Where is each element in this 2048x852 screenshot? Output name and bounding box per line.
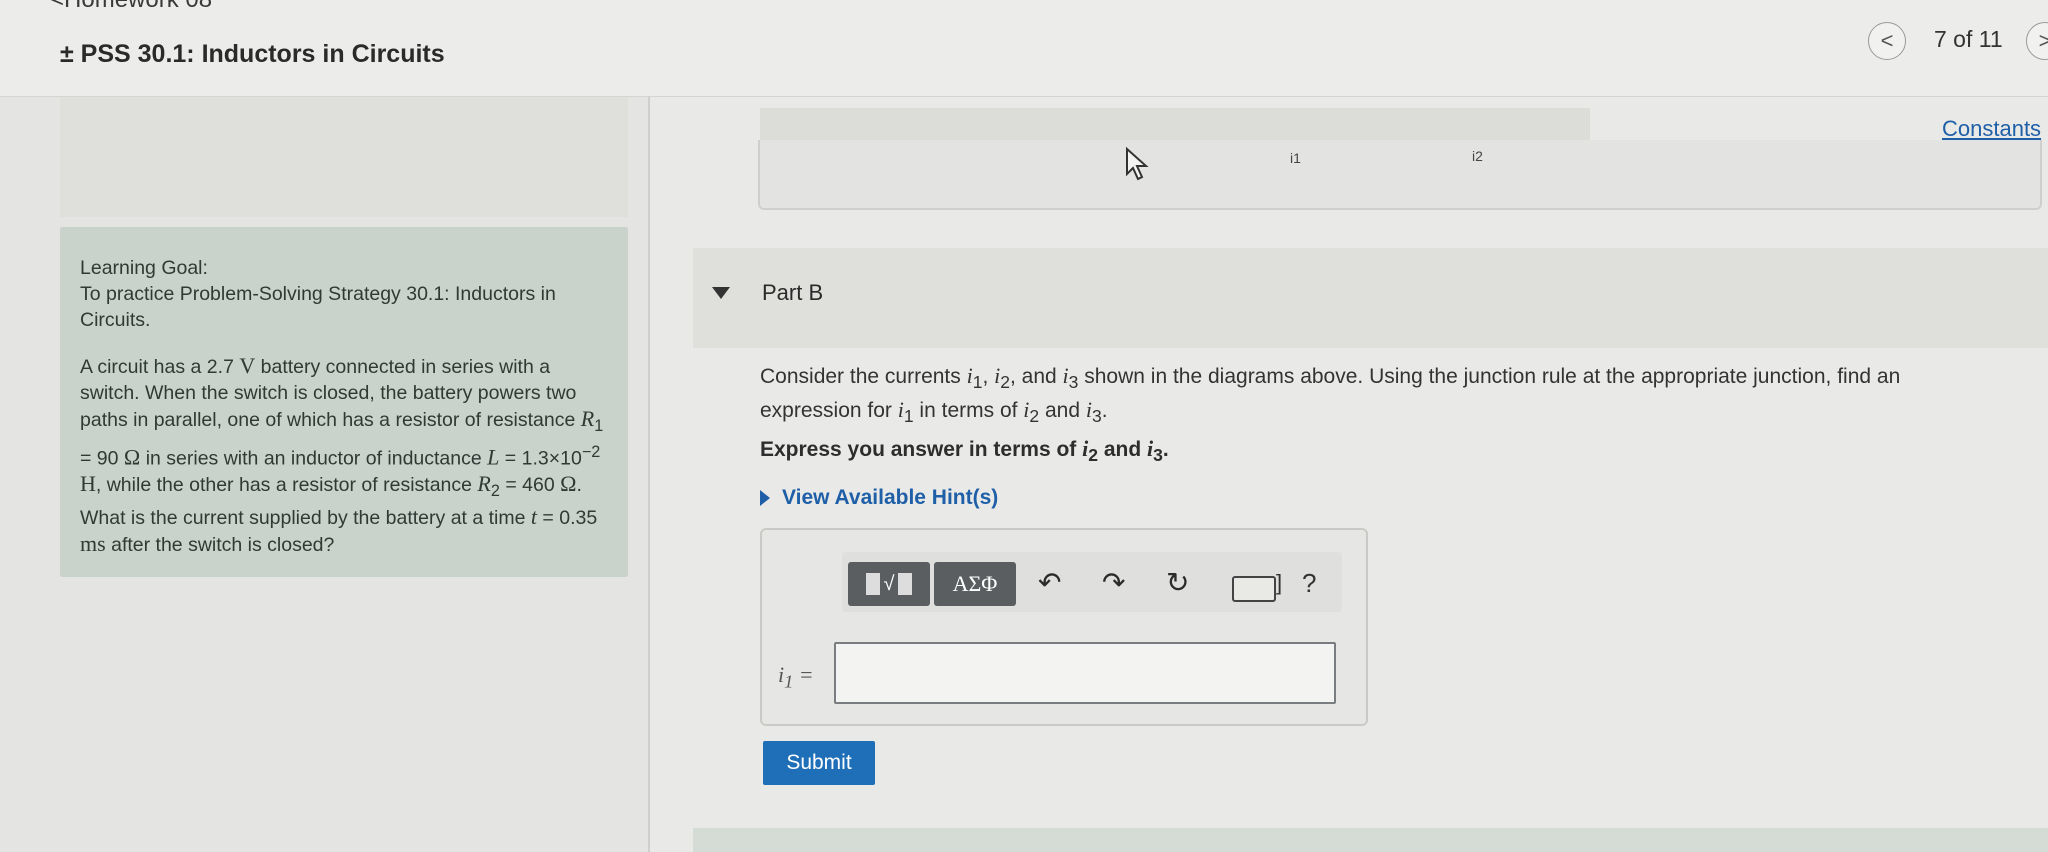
- answer-panel: √ ΑΣΦ ↶ ↷ ↻ ] ? i1 =: [760, 528, 1368, 726]
- templates-button[interactable]: √: [848, 562, 930, 606]
- keyboard-icon[interactable]: [1232, 576, 1276, 602]
- unit-volts: V: [239, 353, 256, 378]
- question-text-part: ,: [982, 365, 995, 388]
- answer-input[interactable]: [834, 642, 1336, 704]
- instruction-text: Express you answer in terms of: [760, 438, 1083, 461]
- var-i2-subscript: 2: [1029, 406, 1040, 427]
- problem-text: = 1.3×10: [499, 447, 582, 470]
- answer-instruction: Express you answer in terms of i2 and i3…: [760, 436, 1169, 466]
- var-i3-subscript: 3: [1092, 406, 1102, 427]
- constants-link[interactable]: Constants: [1942, 116, 2041, 142]
- question-text: Consider the currents i1, i2, and i3 sho…: [760, 362, 1980, 430]
- help-button[interactable]: ?: [1302, 568, 1316, 599]
- previous-problem-button[interactable]: <: [1868, 22, 1906, 60]
- unit-ohm: Ω: [123, 444, 141, 470]
- learning-goal-text: Learning Goal: To practice Problem-Solvi…: [80, 255, 610, 558]
- unit-ohm: Ω: [560, 471, 577, 497]
- answer-var-subscript: 1: [784, 671, 794, 692]
- problem-counter: 7 of 11: [1934, 26, 2003, 52]
- problem-text: , while the other has a resistor of resi…: [95, 474, 478, 497]
- sqrt-icon: √: [883, 572, 895, 595]
- question-text-part: .: [1101, 399, 1108, 423]
- var-r2: R: [477, 471, 491, 497]
- problem-text: = 460: [499, 474, 561, 497]
- var-r1-subscript: 1: [594, 416, 604, 435]
- var-i3-subscript: 3: [1068, 372, 1079, 393]
- template-square-icon: [865, 573, 880, 595]
- learning-goal-intro: To practice Problem-Solving Strategy 30.…: [80, 283, 556, 331]
- part-b-header[interactable]: [693, 248, 2048, 348]
- var-r1: R: [580, 406, 595, 431]
- next-part-bar: [693, 828, 2048, 852]
- learning-goal-heading: Learning Goal:: [80, 257, 208, 279]
- expand-caret-icon: [760, 490, 770, 506]
- view-hints-label[interactable]: View Available Hint(s): [782, 486, 998, 510]
- left-column-image-area: [60, 97, 628, 217]
- unit-ms: ms: [80, 531, 106, 557]
- submit-button[interactable]: Submit: [763, 741, 875, 785]
- undo-icon[interactable]: ↶: [1038, 566, 1061, 599]
- page-title: ± PSS 30.1: Inductors in Circuits: [60, 40, 445, 68]
- question-text-part: , and: [1010, 365, 1063, 388]
- part-label[interactable]: Part B: [762, 280, 823, 306]
- var-i2-subscript: 2: [1088, 445, 1098, 466]
- question-text-part: and: [1039, 399, 1086, 423]
- redo-icon[interactable]: ↷: [1102, 566, 1125, 599]
- unit-henry: H: [80, 471, 96, 497]
- var-i3-subscript: 3: [1153, 445, 1163, 466]
- problem-text: in series with an inductor of inductance: [140, 447, 488, 470]
- problem-statement: A circuit has a 2.7 V battery connected …: [80, 353, 610, 558]
- problem-text: = 0.35: [537, 507, 598, 530]
- problem-text: A circuit has a 2.7: [80, 356, 240, 378]
- problem-text: after the switch is closed?: [105, 534, 335, 557]
- diagram-label-i1: i1: [1290, 150, 1301, 166]
- view-hints-link[interactable]: View Available Hint(s): [760, 486, 998, 510]
- answer-equals: =: [793, 662, 814, 687]
- problem-text: = 90: [80, 447, 124, 470]
- reset-icon[interactable]: ↻: [1166, 566, 1189, 599]
- collapse-caret-icon[interactable]: [712, 287, 730, 299]
- instruction-text: .: [1162, 438, 1169, 461]
- mouse-cursor-icon: [1126, 146, 1149, 181]
- diagram-panel: [758, 140, 2042, 210]
- learning-goal-box: Learning Goal: To practice Problem-Solvi…: [60, 227, 628, 577]
- var-r2-subscript: 2: [490, 482, 500, 501]
- template-square-icon: [898, 573, 913, 595]
- var-i1-subscript: 1: [972, 372, 983, 393]
- question-text-part: in terms of: [913, 399, 1024, 423]
- keyboard-toggle[interactable]: ]: [1276, 570, 1282, 596]
- diagram-label-i2: i2: [1472, 148, 1483, 164]
- instruction-text: and: [1097, 438, 1147, 461]
- back-to-homework-link[interactable]: <Homework 08: [50, 0, 212, 14]
- var-l: L: [487, 444, 500, 470]
- question-text-part: Consider the currents: [760, 365, 967, 388]
- symbols-button[interactable]: ΑΣΦ: [934, 562, 1016, 606]
- var-i1-subscript: 1: [903, 406, 914, 427]
- answer-variable-label: i1 =: [778, 662, 814, 692]
- var-i2-subscript: 2: [1000, 372, 1010, 393]
- exponent: −2: [581, 442, 601, 461]
